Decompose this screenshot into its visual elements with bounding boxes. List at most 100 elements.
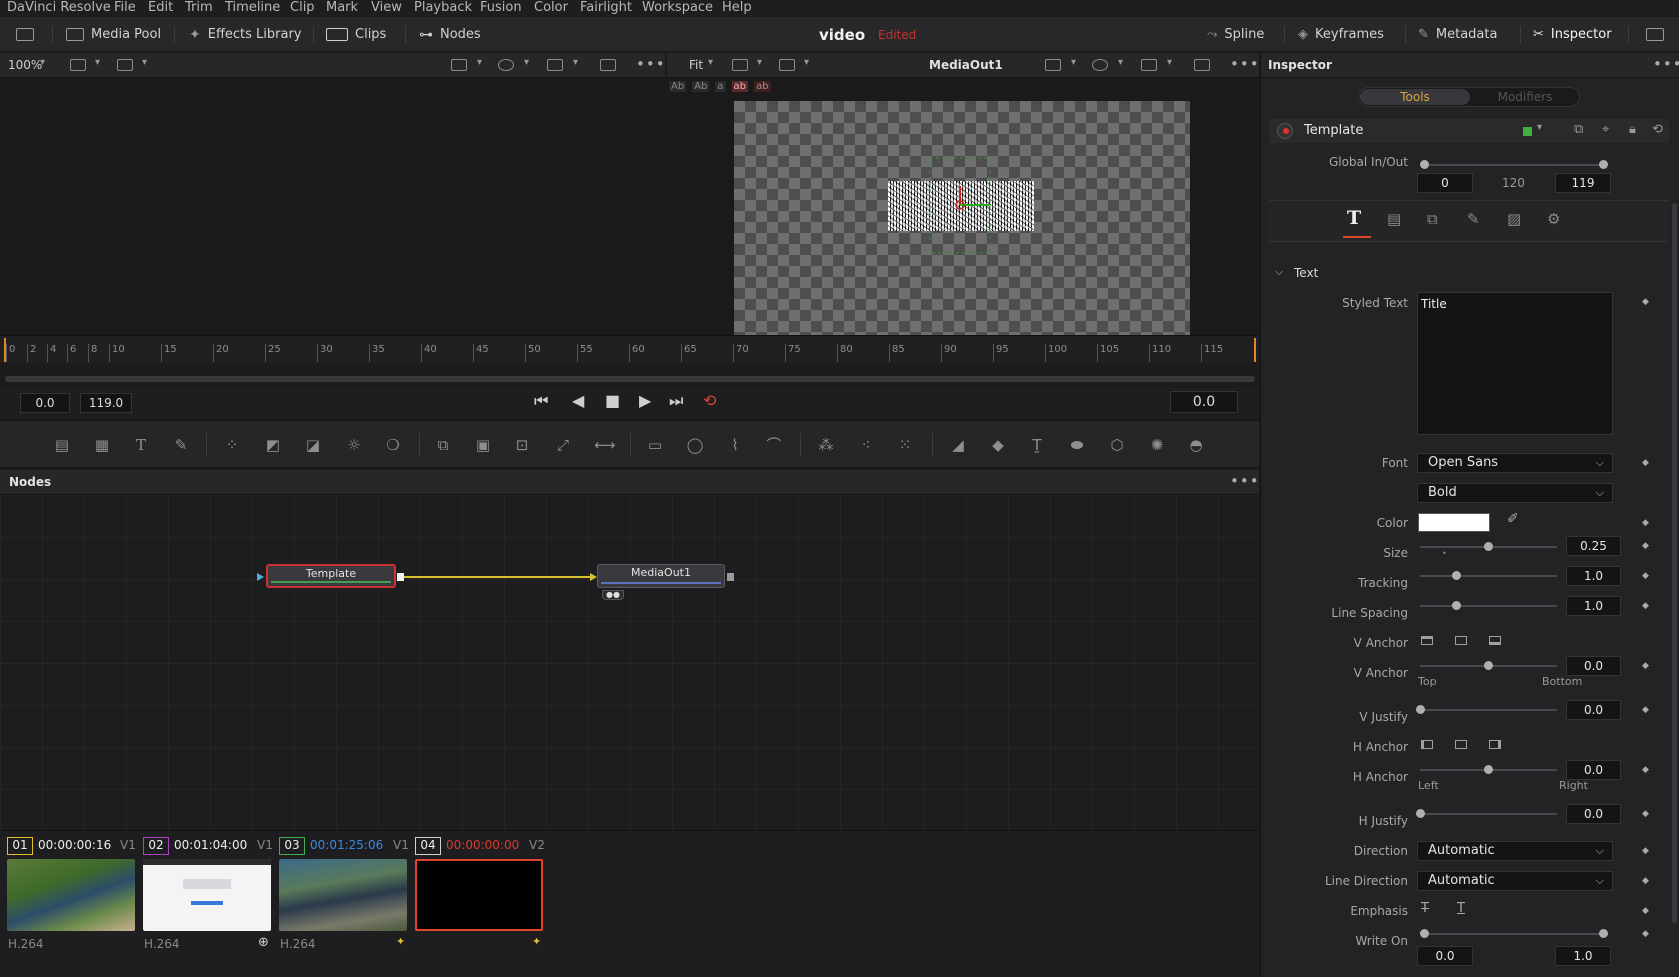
menu-timeline[interactable]: Timeline — [225, 0, 280, 15]
clips-button[interactable]: Clips — [326, 17, 386, 52]
tracking-slider[interactable] — [1420, 571, 1557, 580]
text-tool-icon[interactable]: T — [131, 435, 151, 455]
text-tool-5[interactable]: ab — [754, 81, 771, 92]
channel-booleans-tool-icon[interactable]: ❍ — [383, 435, 403, 455]
v-anchor-slider[interactable] — [1420, 661, 1557, 670]
blur-tool-icon[interactable]: ⁘ — [222, 435, 242, 455]
slider-knob[interactable] — [1452, 571, 1461, 580]
clip-thumbnail[interactable] — [279, 859, 407, 931]
slider-knob[interactable] — [1416, 809, 1425, 818]
v-anchor-middle-icon[interactable] — [1455, 636, 1467, 645]
slider-knob[interactable] — [1452, 601, 1461, 610]
effects-library-button[interactable]: ✦ Effects Library — [189, 17, 302, 52]
text-tool-1[interactable]: Ab — [669, 81, 687, 92]
tracking-field[interactable]: 1.0 — [1566, 566, 1621, 586]
keyframe-diamond-icon[interactable]: ◆ — [1642, 846, 1649, 856]
node-mediaout1[interactable]: MediaOut1 — [597, 564, 725, 588]
version-icon[interactable]: ⧉ — [1574, 122, 1583, 137]
clip-thumbnail[interactable] — [143, 859, 271, 931]
view-layout-icon[interactable] — [70, 59, 86, 71]
time-ruler[interactable]: 0 2 4 6 8 10 15 20 25 30 35 40 45 50 55 … — [0, 335, 1259, 363]
slider-knob[interactable] — [1484, 765, 1493, 774]
slider-knob-out[interactable] — [1599, 160, 1608, 169]
line-spacing-slider[interactable] — [1420, 601, 1557, 610]
reset-icon[interactable]: ⟲ — [1652, 122, 1663, 137]
polygon-mask-icon[interactable]: ⌇ — [725, 435, 745, 455]
global-in-field[interactable]: 0 — [1417, 173, 1473, 193]
menu-app[interactable]: DaVinci Resolve — [7, 0, 111, 15]
stop-icon[interactable]: ■ — [605, 391, 620, 410]
keyframe-diamond-icon[interactable]: ◆ — [1642, 705, 1649, 715]
size-slider[interactable] — [1420, 542, 1557, 551]
h-anchor-right-icon[interactable] — [1489, 740, 1501, 749]
write-on-start-field[interactable]: 0.0 — [1417, 946, 1473, 966]
renderer-3d-icon[interactable]: ◓ — [1186, 435, 1206, 455]
h-justify-field[interactable]: 0.0 — [1566, 804, 1621, 824]
color-swatch[interactable] — [1418, 513, 1490, 532]
keyframe-diamond-icon[interactable]: ◆ — [1642, 929, 1649, 939]
text-tool-4[interactable]: ab — [731, 81, 749, 92]
keyframe-diamond-icon[interactable]: ◆ — [1642, 661, 1649, 671]
menu-trim[interactable]: Trim — [185, 0, 213, 15]
menu-view[interactable]: View — [371, 0, 402, 15]
keyframe-diamond-icon[interactable]: ◆ — [1642, 765, 1649, 775]
menu-mark[interactable]: Mark — [326, 0, 358, 15]
write-on-end-field[interactable]: 1.0 — [1555, 946, 1611, 966]
menu-color[interactable]: Color — [534, 0, 568, 15]
current-time-field[interactable]: 0.0 — [1170, 391, 1238, 413]
more-options-icon[interactable]: ••• — [1653, 55, 1679, 73]
transform-widget[interactable] — [880, 150, 1050, 260]
v-anchor-field[interactable]: 0.0 — [1566, 656, 1621, 676]
fit-dropdown[interactable]: Fit — [689, 58, 703, 72]
view-indicator-icon[interactable]: ●● — [602, 590, 624, 600]
color-curves-tool-icon[interactable]: ◩ — [263, 435, 283, 455]
render-end-field[interactable]: 119.0 — [80, 393, 132, 413]
grid-icon[interactable] — [547, 59, 563, 71]
tool-header[interactable]: Template ▾ ⧉ ⌖ 🔒︎ ⟲ — [1269, 119, 1669, 143]
background-tool-icon[interactable]: ▤ — [52, 435, 72, 455]
layout-page-icon[interactable]: ▤ — [1387, 210, 1401, 228]
brightness-tool-icon[interactable]: ☼ — [344, 435, 364, 455]
keyframe-diamond-icon[interactable]: ◆ — [1642, 876, 1649, 886]
play-icon[interactable]: ▶ — [639, 391, 651, 410]
node-editor-canvas[interactable]: Template MediaOut1 ●● — [0, 495, 1259, 830]
settings-page-icon[interactable]: ⚙ — [1547, 210, 1560, 228]
channel-icon[interactable] — [451, 59, 467, 71]
keyframe-diamond-icon[interactable]: ◆ — [1642, 571, 1649, 581]
zoom-dropdown[interactable]: 100% — [8, 58, 42, 72]
bspline-mask-icon[interactable]: ⌒ — [764, 435, 784, 455]
slider-knob[interactable] — [1484, 542, 1493, 551]
slider-knob-in[interactable] — [1420, 160, 1429, 169]
grid-icon[interactable] — [1141, 59, 1157, 71]
keyframe-diamond-icon[interactable]: ◆ — [1642, 541, 1649, 551]
menu-workspace[interactable]: Workspace — [642, 0, 713, 15]
ellipse-mask-icon[interactable]: ◯ — [685, 435, 705, 455]
v-justify-field[interactable]: 0.0 — [1566, 700, 1621, 720]
write-on-slider[interactable] — [1420, 929, 1608, 938]
font-dropdown[interactable]: Open Sans ⌵ — [1417, 453, 1613, 473]
h-justify-slider[interactable] — [1416, 809, 1557, 818]
merge-3d-icon[interactable]: ⬬ — [1067, 435, 1087, 455]
spline-button[interactable]: ⤳ Spline — [1207, 17, 1264, 52]
panel-toggle-button[interactable] — [16, 17, 34, 52]
chevron-down-icon[interactable]: ⌵ — [1275, 265, 1283, 279]
shape-3d-icon[interactable]: ◆ — [988, 435, 1008, 455]
resize-tool-icon[interactable]: ⤢ — [553, 435, 573, 455]
v-anchor-top-icon[interactable] — [1421, 636, 1433, 645]
global-out-field[interactable]: 119 — [1555, 173, 1611, 193]
merge-tool-icon[interactable]: ⧉ — [433, 435, 453, 455]
metadata-button[interactable]: ✎ Metadata — [1418, 17, 1497, 52]
keyframe-diamond-icon[interactable]: ◆ — [1642, 518, 1649, 528]
menu-help[interactable]: Help — [722, 0, 752, 15]
matte-control-tool-icon[interactable]: ▣ — [473, 435, 493, 455]
menu-clip[interactable]: Clip — [290, 0, 315, 15]
out-marker[interactable] — [1254, 338, 1256, 362]
menu-fairlight[interactable]: Fairlight — [580, 0, 632, 15]
nodes-button[interactable]: ⊶ Nodes — [419, 17, 481, 52]
text-page-icon[interactable]: T — [1347, 207, 1361, 229]
styled-text-input[interactable]: Title — [1417, 292, 1613, 435]
roi-icon[interactable] — [779, 59, 795, 71]
loop-icon[interactable]: ⟲ — [703, 391, 716, 410]
node-template[interactable]: Template — [266, 564, 396, 588]
size-field[interactable]: 0.25 — [1566, 536, 1621, 556]
